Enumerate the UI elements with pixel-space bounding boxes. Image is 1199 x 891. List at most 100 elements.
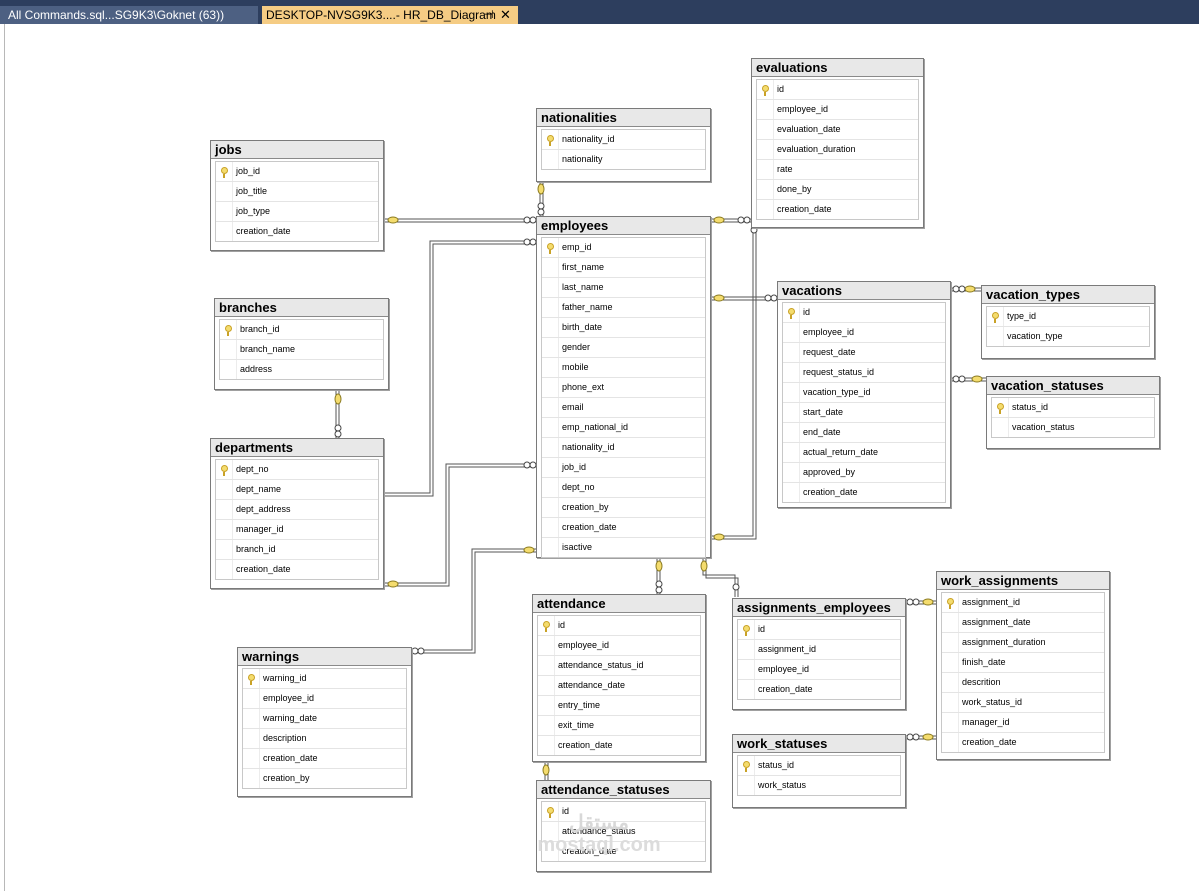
column-row[interactable]: work_status bbox=[738, 776, 900, 795]
column-row[interactable]: manager_id bbox=[216, 520, 378, 540]
row-selector[interactable] bbox=[757, 140, 774, 159]
row-selector[interactable] bbox=[542, 238, 559, 257]
column-row[interactable]: father_name bbox=[542, 298, 705, 318]
column-row[interactable]: creation_by bbox=[243, 769, 406, 788]
row-selector[interactable] bbox=[538, 716, 555, 735]
row-selector[interactable] bbox=[243, 689, 260, 708]
row-selector[interactable] bbox=[942, 713, 959, 732]
column-row[interactable]: isactive bbox=[542, 538, 705, 557]
row-selector[interactable] bbox=[243, 729, 260, 748]
column-row[interactable]: status_id bbox=[738, 756, 900, 776]
column-row[interactable]: assignment_id bbox=[738, 640, 900, 660]
row-selector[interactable] bbox=[220, 320, 237, 339]
row-selector[interactable] bbox=[738, 620, 755, 639]
row-selector[interactable] bbox=[783, 363, 800, 382]
row-selector[interactable] bbox=[243, 769, 260, 788]
row-selector[interactable] bbox=[538, 736, 555, 755]
row-selector[interactable] bbox=[757, 200, 774, 219]
row-selector[interactable] bbox=[738, 756, 755, 775]
row-selector[interactable] bbox=[987, 327, 1004, 346]
table-employees[interactable]: employees emp_id first_name last_name fathe… bbox=[536, 216, 711, 558]
row-selector[interactable] bbox=[216, 560, 233, 579]
table-vacation-statuses[interactable]: vacation_statuses status_id vacation_stat… bbox=[986, 376, 1160, 449]
row-selector[interactable] bbox=[538, 636, 555, 655]
row-selector[interactable] bbox=[216, 520, 233, 539]
column-row[interactable]: nationality_id bbox=[542, 438, 705, 458]
column-row[interactable]: first_name bbox=[542, 258, 705, 278]
column-row[interactable]: creation_by bbox=[542, 498, 705, 518]
table-work-assignments[interactable]: work_assignments assignment_id assignment… bbox=[936, 571, 1110, 760]
column-row[interactable]: job_title bbox=[216, 182, 378, 202]
table-vacation-types[interactable]: vacation_types type_id vacation_type bbox=[981, 285, 1155, 359]
table-jobs[interactable]: jobs job_id job_title job_type creation_dat… bbox=[210, 140, 384, 251]
table-assignments-employees[interactable]: assignments_employees id assignment_id emp… bbox=[732, 598, 906, 710]
row-selector[interactable] bbox=[942, 653, 959, 672]
row-selector[interactable] bbox=[942, 613, 959, 632]
column-row[interactable]: employee_id bbox=[783, 323, 945, 343]
row-selector[interactable] bbox=[538, 656, 555, 675]
column-row[interactable]: creation_date bbox=[216, 222, 378, 241]
row-selector[interactable] bbox=[783, 403, 800, 422]
column-row[interactable]: dept_no bbox=[216, 460, 378, 480]
row-selector[interactable] bbox=[942, 593, 959, 612]
row-selector[interactable] bbox=[542, 398, 559, 417]
column-row[interactable]: description bbox=[243, 729, 406, 749]
column-row[interactable]: finish_date bbox=[942, 653, 1104, 673]
column-row[interactable]: dept_address bbox=[216, 500, 378, 520]
column-row[interactable]: emp_national_id bbox=[542, 418, 705, 438]
row-selector[interactable] bbox=[783, 483, 800, 502]
row-selector[interactable] bbox=[757, 160, 774, 179]
table-warnings[interactable]: warnings warning_id employee_id warning_da… bbox=[237, 647, 412, 797]
row-selector[interactable] bbox=[783, 423, 800, 442]
column-row[interactable]: last_name bbox=[542, 278, 705, 298]
column-row[interactable]: vacation_type bbox=[987, 327, 1149, 346]
row-selector[interactable] bbox=[542, 458, 559, 477]
column-row[interactable]: attendance_status_id bbox=[538, 656, 700, 676]
row-selector[interactable] bbox=[783, 343, 800, 362]
column-row[interactable]: end_date bbox=[783, 423, 945, 443]
row-selector[interactable] bbox=[987, 307, 1004, 326]
column-row[interactable]: email bbox=[542, 398, 705, 418]
column-row[interactable]: id bbox=[538, 616, 700, 636]
row-selector[interactable] bbox=[220, 360, 237, 379]
row-selector[interactable] bbox=[216, 460, 233, 479]
column-row[interactable]: evaluation_date bbox=[757, 120, 918, 140]
column-row[interactable]: job_type bbox=[216, 202, 378, 222]
row-selector[interactable] bbox=[542, 418, 559, 437]
column-row[interactable]: creation_date bbox=[243, 749, 406, 769]
column-row[interactable]: employee_id bbox=[757, 100, 918, 120]
column-row[interactable]: manager_id bbox=[942, 713, 1104, 733]
row-selector[interactable] bbox=[783, 443, 800, 462]
row-selector[interactable] bbox=[942, 733, 959, 752]
column-row[interactable]: creation_date bbox=[538, 736, 700, 755]
row-selector[interactable] bbox=[243, 709, 260, 728]
column-row[interactable]: branch_id bbox=[216, 540, 378, 560]
column-row[interactable]: vacation_type_id bbox=[783, 383, 945, 403]
column-row[interactable]: done_by bbox=[757, 180, 918, 200]
row-selector[interactable] bbox=[757, 100, 774, 119]
row-selector[interactable] bbox=[243, 669, 260, 688]
row-selector[interactable] bbox=[220, 340, 237, 359]
row-selector[interactable] bbox=[216, 222, 233, 241]
column-row[interactable]: entry_time bbox=[538, 696, 700, 716]
row-selector[interactable] bbox=[542, 318, 559, 337]
column-row[interactable]: evaluation_duration bbox=[757, 140, 918, 160]
column-row[interactable]: birth_date bbox=[542, 318, 705, 338]
row-selector[interactable] bbox=[542, 518, 559, 537]
column-row[interactable]: dept_no bbox=[542, 478, 705, 498]
row-selector[interactable] bbox=[783, 383, 800, 402]
row-selector[interactable] bbox=[992, 398, 1009, 417]
row-selector[interactable] bbox=[542, 378, 559, 397]
row-selector[interactable] bbox=[538, 616, 555, 635]
row-selector[interactable] bbox=[942, 673, 959, 692]
row-selector[interactable] bbox=[542, 338, 559, 357]
column-row[interactable]: address bbox=[220, 360, 383, 379]
row-selector[interactable] bbox=[738, 680, 755, 699]
column-row[interactable]: creation_date bbox=[783, 483, 945, 502]
column-row[interactable]: id bbox=[783, 303, 945, 323]
table-vacations[interactable]: vacations id employee_id request_date reque… bbox=[777, 281, 951, 508]
row-selector[interactable] bbox=[542, 278, 559, 297]
table-nationalities[interactable]: nationalities nationality_id nationality bbox=[536, 108, 711, 182]
row-selector[interactable] bbox=[216, 182, 233, 201]
column-row[interactable]: assignment_date bbox=[942, 613, 1104, 633]
